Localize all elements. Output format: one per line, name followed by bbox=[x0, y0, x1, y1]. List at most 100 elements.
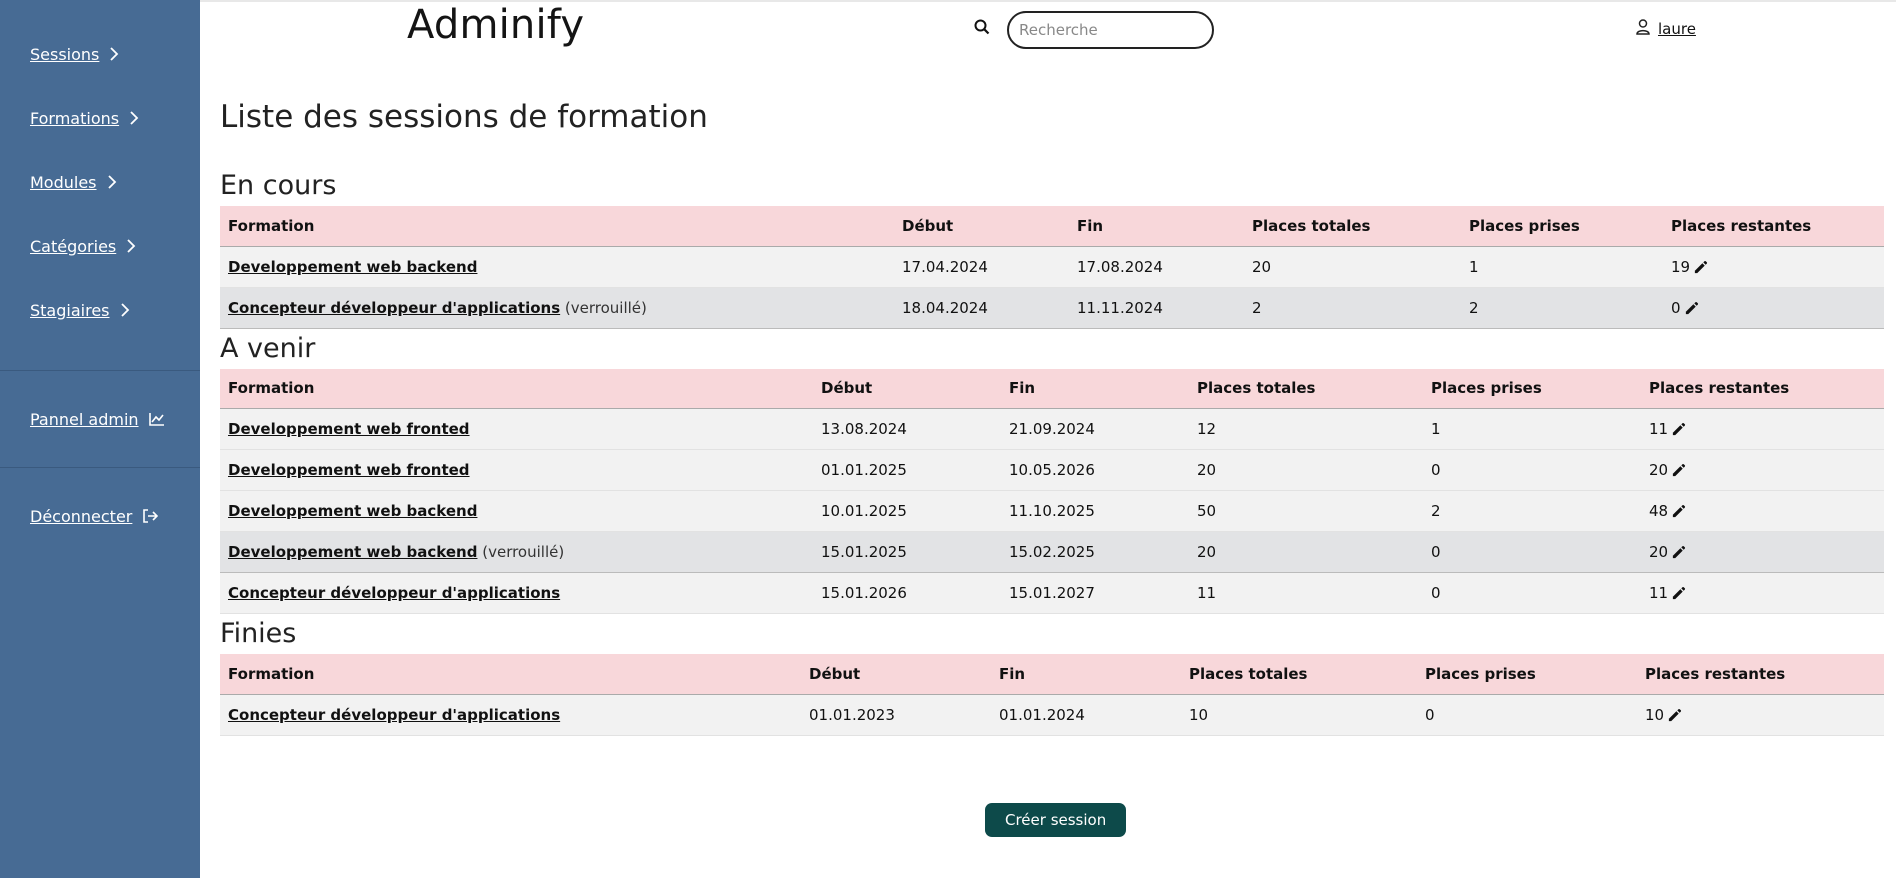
table-row: Developpement web fronted 01.01.2025 10.05… bbox=[220, 449, 1884, 491]
locked-label: (verrouillé) bbox=[482, 543, 565, 561]
fin-cell: 01.01.2024 bbox=[991, 694, 1181, 736]
sidebar-item-label[interactable]: Sessions bbox=[30, 45, 99, 64]
sidebar-item-label[interactable]: Catégories bbox=[30, 237, 116, 256]
column-header: Formation bbox=[220, 206, 894, 247]
places-prises-cell: 0 bbox=[1417, 694, 1637, 736]
places-restantes-cell: 0 bbox=[1663, 287, 1884, 329]
pencil-icon[interactable] bbox=[1671, 422, 1686, 437]
formation-link[interactable]: Developpement web backend bbox=[228, 502, 477, 520]
pencil-icon[interactable] bbox=[1671, 586, 1686, 601]
fin-cell: 17.08.2024 bbox=[1069, 246, 1244, 288]
places-prises-cell: 2 bbox=[1461, 287, 1663, 329]
table-header-row: Formation Début Fin Places totales Places pr… bbox=[220, 206, 1884, 247]
sidebar-item-label[interactable]: Formations bbox=[30, 109, 119, 128]
debut-cell: 13.08.2024 bbox=[813, 408, 1001, 450]
sidebar-item-admin[interactable]: Pannel admin bbox=[0, 381, 200, 457]
table-row: Concepteur développeur d'applications (v… bbox=[220, 287, 1884, 329]
formation-link[interactable]: Concepteur développeur d'applications bbox=[228, 584, 560, 602]
user-menu[interactable]: laure bbox=[1636, 19, 1696, 39]
places-restantes-value: 11 bbox=[1649, 420, 1669, 438]
fin-cell: 11.11.2024 bbox=[1069, 287, 1244, 329]
sidebar-item-label[interactable]: Pannel admin bbox=[30, 410, 139, 429]
sidebar-item-sessions[interactable]: Sessions bbox=[0, 22, 200, 86]
section-title: Finies bbox=[220, 618, 297, 649]
sidebar-item-formations[interactable]: Formations bbox=[0, 86, 200, 150]
table-row: Developpement web backend 10.01.2025 11.10… bbox=[220, 490, 1884, 532]
debut-cell: 15.01.2026 bbox=[813, 572, 1001, 614]
formation-link[interactable]: Developpement web fronted bbox=[228, 461, 470, 479]
column-header: Fin bbox=[1069, 206, 1244, 247]
column-header: Début bbox=[813, 368, 1001, 409]
create-session-button[interactable]: Créer session bbox=[985, 803, 1127, 837]
pencil-icon[interactable] bbox=[1684, 301, 1699, 316]
sidebar-divider bbox=[0, 467, 200, 468]
sessions-table: Formation Début Fin Places totales Places pr… bbox=[220, 368, 1884, 614]
table-row: Developpement web backend (verrouillé) 15… bbox=[220, 531, 1884, 573]
chevron-right-icon bbox=[109, 47, 119, 61]
section-title: A venir bbox=[220, 332, 316, 364]
places-totales-cell: 50 bbox=[1189, 490, 1423, 532]
table-header-row: Formation Début Fin Places totales Places pr… bbox=[220, 654, 1884, 695]
debut-cell: 15.01.2025 bbox=[813, 531, 1001, 573]
fin-cell: 15.01.2027 bbox=[1001, 572, 1189, 614]
pencil-icon[interactable] bbox=[1671, 545, 1686, 560]
column-header: Places prises bbox=[1423, 368, 1641, 409]
sidebar-item-logout[interactable]: Déconnecter bbox=[0, 478, 200, 554]
places-totales-cell: 20 bbox=[1189, 531, 1423, 573]
formation-link[interactable]: Developpement web backend bbox=[228, 543, 477, 561]
places-totales-cell: 12 bbox=[1189, 408, 1423, 450]
column-header: Début bbox=[894, 206, 1069, 247]
sidebar-item-label[interactable]: Déconnecter bbox=[30, 507, 132, 526]
content: Liste des sessions de formation En cours… bbox=[220, 92, 1884, 736]
formation-link[interactable]: Developpement web fronted bbox=[228, 420, 470, 438]
formation-link[interactable]: Concepteur développeur d'applications bbox=[228, 299, 560, 317]
formation-cell: Concepteur développeur d'applications bbox=[220, 694, 801, 736]
column-header: Places totales bbox=[1189, 368, 1423, 409]
formation-cell: Developpement web backend bbox=[220, 246, 894, 288]
places-restantes-cell: 11 bbox=[1641, 572, 1884, 614]
sidebar-item-label[interactable]: Stagiaires bbox=[30, 301, 110, 320]
formation-link[interactable]: Developpement web backend bbox=[228, 258, 477, 276]
column-header: Places totales bbox=[1181, 654, 1417, 695]
column-header: Places restantes bbox=[1641, 368, 1884, 409]
chevron-right-icon bbox=[126, 239, 136, 253]
sidebar-item-stagiaires[interactable]: Stagiaires bbox=[0, 278, 200, 342]
logout-icon bbox=[142, 509, 159, 523]
pencil-icon[interactable] bbox=[1671, 504, 1686, 519]
places-restantes-value: 11 bbox=[1649, 584, 1669, 602]
chevron-right-icon bbox=[129, 111, 139, 125]
formation-link[interactable]: Concepteur développeur d'applications bbox=[228, 706, 560, 724]
column-header: Places totales bbox=[1244, 206, 1461, 247]
places-restantes-cell: 19 bbox=[1663, 246, 1884, 288]
column-header: Formation bbox=[220, 654, 801, 695]
app-brand: Adminify bbox=[407, 2, 585, 48]
places-totales-cell: 20 bbox=[1189, 449, 1423, 491]
search-icon[interactable] bbox=[974, 19, 990, 39]
places-restantes-cell: 11 bbox=[1641, 408, 1884, 450]
pencil-icon[interactable] bbox=[1671, 463, 1686, 478]
places-totales-cell: 20 bbox=[1244, 246, 1461, 288]
chevron-right-icon bbox=[120, 303, 130, 317]
sessions-table: Formation Début Fin Places totales Places pr… bbox=[220, 654, 1884, 736]
places-totales-cell: 10 bbox=[1181, 694, 1417, 736]
column-header: Places prises bbox=[1461, 206, 1663, 247]
user-name-link[interactable]: laure bbox=[1658, 20, 1696, 38]
places-restantes-cell: 48 bbox=[1641, 490, 1884, 532]
places-totales-cell: 11 bbox=[1189, 572, 1423, 614]
formation-cell: Concepteur développeur d'applications bbox=[220, 572, 813, 614]
formation-cell: Developpement web backend bbox=[220, 490, 813, 532]
places-restantes-cell: 10 bbox=[1637, 694, 1884, 736]
section-title: En cours bbox=[220, 170, 337, 201]
sidebar-item-label[interactable]: Modules bbox=[30, 173, 97, 192]
sidebar-item-categories[interactable]: Catégories bbox=[0, 214, 200, 278]
pencil-icon[interactable] bbox=[1693, 260, 1708, 275]
debut-cell: 01.01.2025 bbox=[813, 449, 1001, 491]
pencil-icon[interactable] bbox=[1667, 708, 1682, 723]
table-row: Developpement web backend 17.04.2024 17.08… bbox=[220, 246, 1884, 288]
table-row: Concepteur développeur d'applications 15.… bbox=[220, 572, 1884, 614]
places-prises-cell: 1 bbox=[1423, 408, 1641, 450]
search-input[interactable] bbox=[1007, 11, 1214, 49]
table-header-row: Formation Début Fin Places totales Places pr… bbox=[220, 368, 1884, 409]
sidebar-item-modules[interactable]: Modules bbox=[0, 150, 200, 214]
column-header: Début bbox=[801, 654, 991, 695]
